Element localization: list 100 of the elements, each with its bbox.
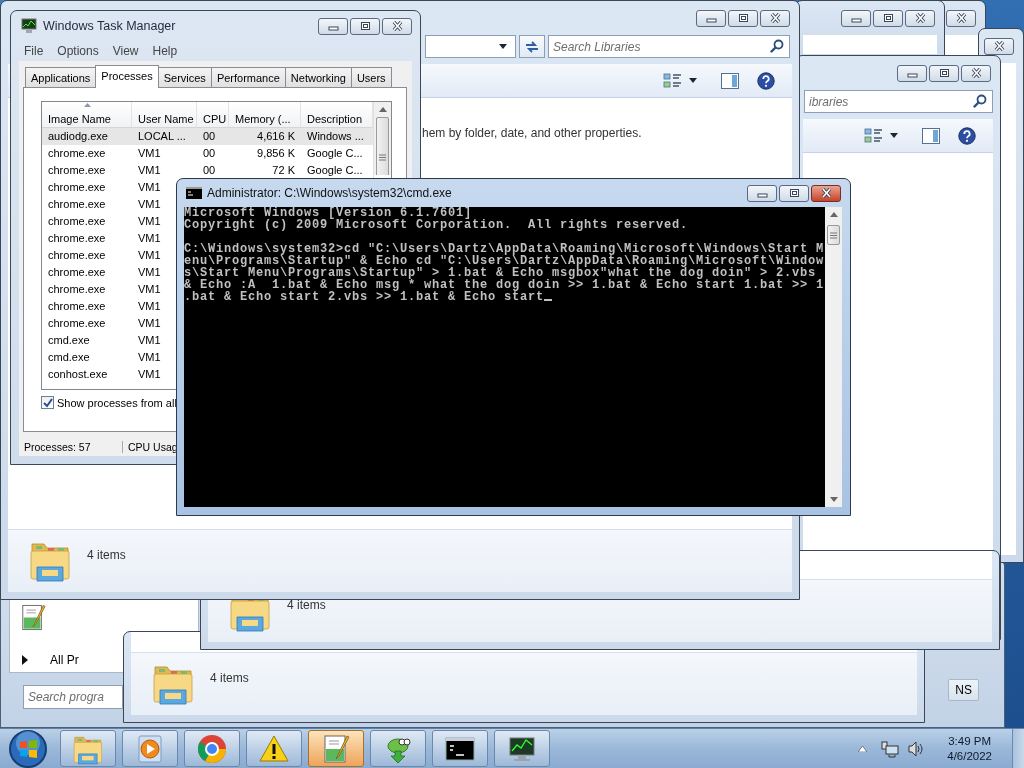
start-button[interactable] bbox=[8, 728, 48, 768]
table-row[interactable]: chrome.exe VM1 bbox=[42, 298, 167, 315]
table-row[interactable]: chrome.exe VM1 bbox=[42, 230, 167, 247]
close-icon bbox=[993, 41, 1005, 51]
help-icon[interactable] bbox=[958, 126, 976, 145]
minimize-button[interactable] bbox=[696, 9, 726, 27]
taskbar-button[interactable] bbox=[494, 730, 550, 767]
table-cell-text: chrome.exe bbox=[47, 316, 107, 331]
column-header[interactable]: Description bbox=[301, 102, 373, 128]
table-row[interactable]: chrome.exe VM1 bbox=[42, 247, 167, 264]
minimize-button[interactable] bbox=[318, 17, 348, 35]
speaker-icon[interactable] bbox=[907, 740, 926, 757]
status-text: Processes: 57 bbox=[23, 441, 123, 453]
table-row[interactable]: chrome.exe VM1 bbox=[42, 264, 167, 281]
table-cell-text: 4,616 K bbox=[256, 129, 296, 144]
scrollbar[interactable] bbox=[374, 102, 391, 175]
table-row[interactable]: audiodg.exe LOCAL ... 00 4,616 K Windows ... bbox=[42, 128, 373, 145]
view-options-icon[interactable] bbox=[864, 126, 884, 145]
all-programs-item[interactable]: All Pr bbox=[50, 653, 79, 667]
caret-icon[interactable] bbox=[689, 78, 697, 83]
maximize-button[interactable] bbox=[779, 184, 809, 202]
caret-icon bbox=[22, 655, 28, 665]
table-row[interactable]: chrome.exe VM1 00 72 K Google C... bbox=[42, 162, 373, 179]
maximize-button[interactable] bbox=[350, 17, 380, 35]
minimize-button[interactable] bbox=[897, 64, 927, 82]
table-row[interactable]: conhost.exe VM1 bbox=[42, 366, 167, 383]
scroll-up-icon bbox=[377, 105, 388, 114]
table-cell-text: VM1 bbox=[137, 146, 162, 161]
tab[interactable]: Users bbox=[350, 67, 392, 87]
info-text: hem by folder, date, and other properties. bbox=[422, 126, 642, 140]
grip-icon bbox=[379, 153, 386, 161]
search-field[interactable]: Search Libraries bbox=[548, 35, 790, 58]
table-row[interactable]: chrome.exe VM1 bbox=[42, 213, 167, 230]
table-cell-text: Google C... bbox=[306, 163, 364, 178]
show-desktop-button[interactable] bbox=[1012, 729, 1024, 768]
close-button[interactable] bbox=[811, 184, 841, 202]
table-row[interactable]: cmd.exe VM1 bbox=[42, 332, 167, 349]
scrollbar[interactable] bbox=[825, 207, 842, 507]
table-cell-text: 00 bbox=[202, 129, 217, 144]
close-button[interactable] bbox=[961, 64, 991, 82]
table-cell-text: VM1 bbox=[137, 197, 162, 212]
preview-pane-icon[interactable] bbox=[721, 72, 739, 89]
up-arrow-icon[interactable] bbox=[858, 745, 868, 752]
table-cell-text: VM1 bbox=[137, 265, 162, 280]
menu-item[interactable]: Options bbox=[57, 44, 99, 58]
menu-item[interactable]: Help bbox=[152, 44, 178, 58]
shutdown-button[interactable]: NS bbox=[948, 679, 979, 701]
folder-icon bbox=[28, 540, 72, 582]
address-bar[interactable] bbox=[425, 35, 516, 58]
table-cell-text: chrome.exe bbox=[47, 146, 107, 161]
network-icon[interactable] bbox=[881, 739, 900, 758]
close-icon bbox=[955, 13, 967, 23]
browser-icon bbox=[196, 732, 228, 765]
table-cell-text: VM1 bbox=[137, 163, 162, 178]
maximize-button[interactable] bbox=[728, 9, 758, 27]
table-row[interactable]: cmd.exe VM1 bbox=[42, 349, 167, 366]
tab[interactable]: Applications bbox=[25, 67, 97, 87]
maximize-button[interactable] bbox=[929, 64, 959, 82]
table-cell-text: 00 bbox=[202, 163, 217, 178]
tab[interactable]: Services bbox=[157, 67, 212, 87]
close-button[interactable] bbox=[760, 9, 790, 27]
minimize-button[interactable] bbox=[747, 184, 777, 202]
table-row[interactable]: chrome.exe VM1 00 9,856 K Google C... bbox=[42, 145, 373, 162]
menu-item[interactable]: View bbox=[112, 44, 139, 58]
search-field[interactable]: Search progra bbox=[23, 685, 123, 709]
table-row[interactable]: chrome.exe VM1 bbox=[42, 281, 167, 298]
column-header[interactable]: Image Name bbox=[42, 102, 132, 128]
caret-icon[interactable] bbox=[890, 133, 898, 138]
close-button[interactable] bbox=[984, 37, 1014, 55]
close-icon bbox=[914, 13, 926, 23]
minimize-button[interactable] bbox=[841, 9, 871, 27]
tab[interactable]: Networking bbox=[284, 67, 352, 87]
close-button[interactable] bbox=[382, 17, 412, 35]
taskbar-button[interactable] bbox=[432, 730, 488, 767]
menu-item[interactable]: File bbox=[24, 44, 44, 58]
table-row[interactable]: chrome.exe VM1 bbox=[42, 179, 167, 196]
table-row[interactable]: chrome.exe VM1 bbox=[42, 315, 167, 332]
help-icon[interactable] bbox=[757, 71, 775, 90]
clock-date: 4/6/2022 bbox=[947, 748, 992, 764]
tab[interactable]: Performance bbox=[210, 67, 286, 87]
table-row[interactable]: chrome.exe VM1 bbox=[42, 196, 167, 213]
maximize-icon bbox=[938, 68, 950, 78]
checkbox[interactable] bbox=[41, 396, 54, 409]
column-header[interactable]: Memory (... bbox=[229, 102, 301, 128]
refresh-icon bbox=[524, 39, 540, 54]
item-count: 4 items bbox=[210, 671, 249, 685]
maximize-button[interactable] bbox=[873, 9, 903, 27]
window-title: Administrator: C:\Windows\system32\cmd.exe bbox=[207, 186, 452, 200]
refresh-button[interactable] bbox=[519, 35, 545, 58]
table-cell-text: Google C... bbox=[306, 146, 364, 161]
tab[interactable]: Processes bbox=[95, 65, 159, 88]
table-cell-text: VM1 bbox=[137, 299, 162, 314]
maximize-icon bbox=[737, 13, 749, 23]
view-options-icon[interactable] bbox=[663, 71, 683, 90]
preview-pane-icon[interactable] bbox=[922, 127, 940, 144]
column-header[interactable]: CPU bbox=[197, 102, 229, 128]
column-header[interactable]: User Name bbox=[132, 102, 197, 128]
close-button[interactable] bbox=[905, 9, 935, 27]
close-button[interactable] bbox=[946, 9, 976, 27]
search-field[interactable]: ibraries bbox=[804, 90, 993, 113]
